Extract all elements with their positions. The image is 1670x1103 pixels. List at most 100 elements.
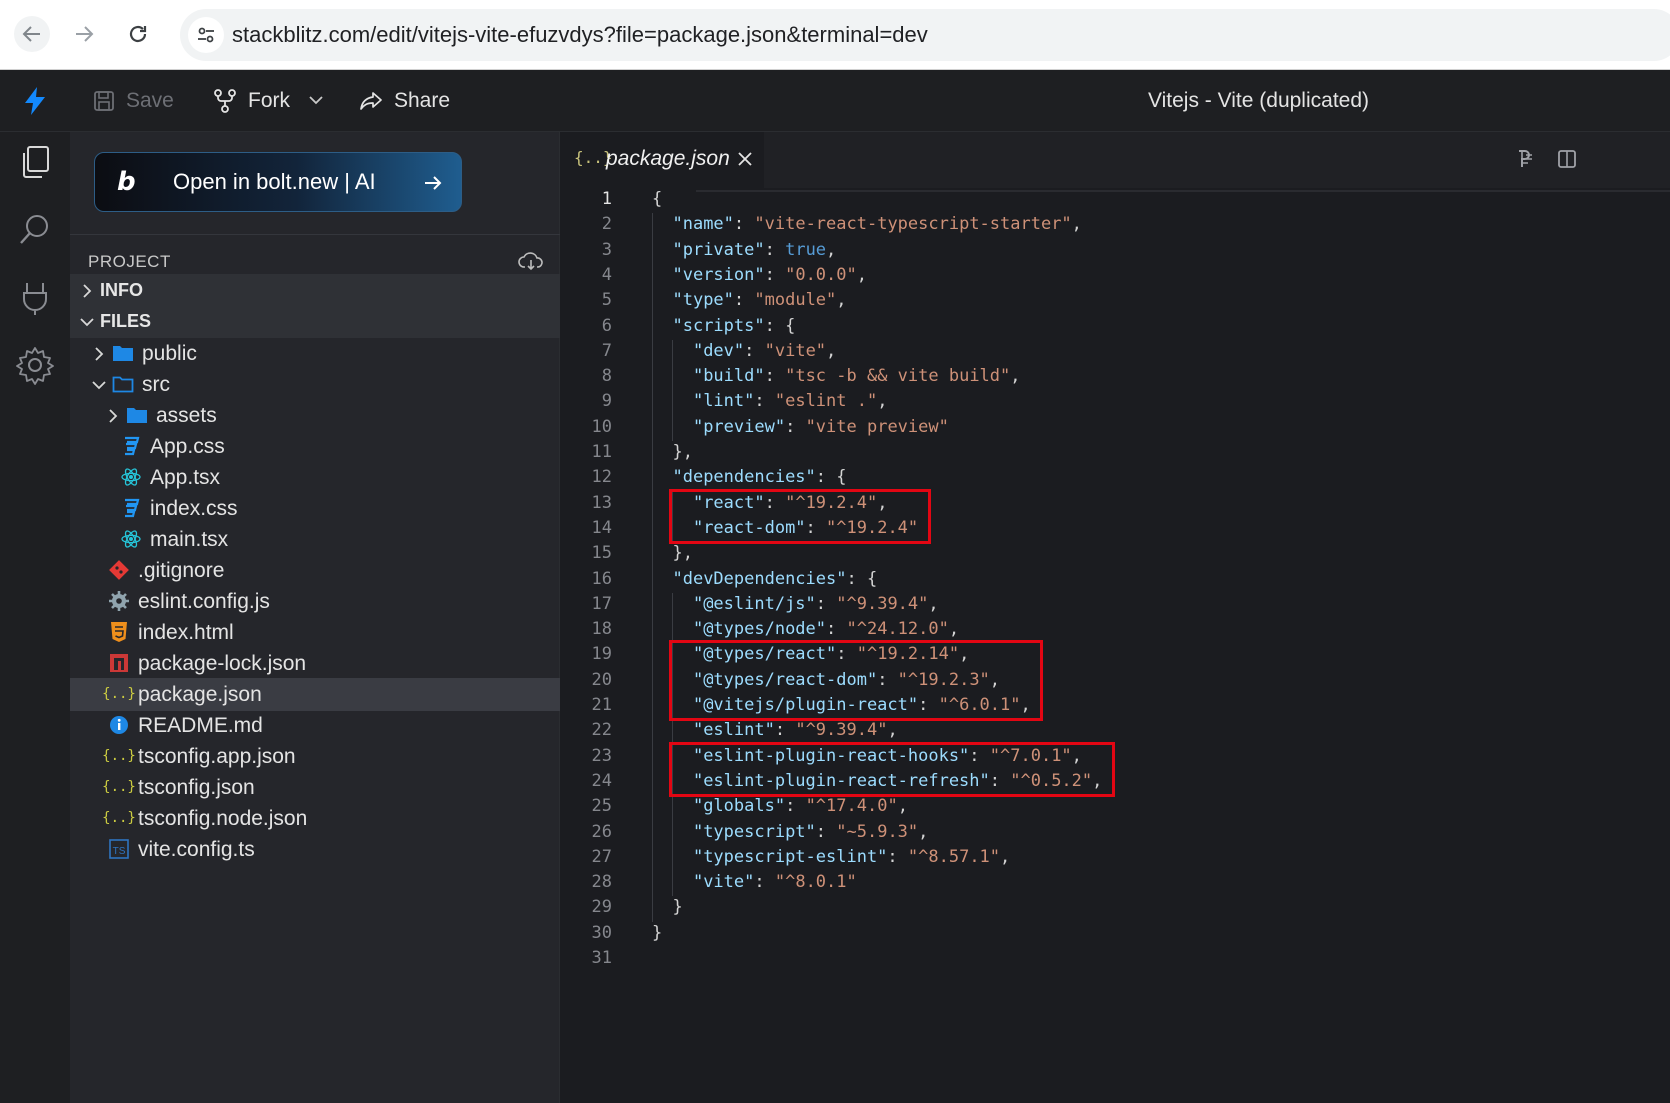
tree-item-tsconfig-node-json[interactable]: {..} tsconfig.node.json: [70, 802, 560, 835]
extensions-plug-icon[interactable]: [15, 277, 55, 317]
tree-item-main-tsx[interactable]: main.tsx: [70, 523, 560, 556]
line-number: 16: [591, 568, 612, 589]
json-punctuation: ,: [887, 720, 898, 741]
back-button[interactable]: [14, 16, 50, 52]
cloud-download-icon[interactable]: [518, 250, 544, 272]
code-line: 4 "version": "0.0.0",: [560, 262, 1670, 289]
json-string: "vite preview": [805, 416, 949, 437]
files-icon[interactable]: [15, 142, 55, 182]
forward-button[interactable]: [66, 16, 102, 52]
tree-item-package-json[interactable]: {..} package.json: [70, 678, 560, 711]
tree-item-label: index.css: [150, 497, 238, 520]
indent-guide: [672, 339, 673, 441]
code-text: "eslint": "^9.39.4",: [652, 720, 898, 740]
tree-item-app-tsx[interactable]: App.tsx: [70, 461, 560, 494]
tree-item-label: tsconfig.node.json: [138, 807, 308, 830]
code-line: 28 "vite": "^8.0.1": [560, 869, 1670, 896]
json-punctuation: :: [785, 416, 806, 437]
line-number: 31: [591, 948, 612, 968]
highlight-box: [668, 741, 1115, 798]
section-info-label: INFO: [100, 280, 143, 300]
stackblitz-logo-icon[interactable]: [18, 84, 52, 118]
tree-item-label: README.md: [138, 714, 263, 737]
json-punctuation: : {: [815, 467, 847, 488]
tree-item-src[interactable]: src: [70, 368, 560, 401]
tree-item-app-css[interactable]: App.css: [70, 430, 560, 463]
tree-item-index-css[interactable]: index.css: [70, 492, 560, 525]
reload-icon: [129, 25, 147, 43]
line-number: 6: [601, 315, 612, 336]
line-number: 21: [591, 695, 612, 715]
json-file-icon: {..}: [102, 686, 136, 702]
tree-item-label: .gitignore: [138, 559, 225, 582]
split-editor-icon[interactable]: [1556, 148, 1578, 170]
line-number: 18: [591, 619, 612, 640]
line-number: 28: [591, 872, 612, 893]
json-punctuation: :: [815, 821, 837, 842]
line-number: 12: [591, 467, 612, 488]
react-file-icon: [120, 528, 142, 550]
search-icon[interactable]: [15, 210, 55, 250]
tree-item-eslint-config-js[interactable]: eslint.config.js: [70, 585, 560, 618]
code-line: 9 "lint": "eslint .",: [560, 388, 1670, 415]
tree-item-vite-config-ts[interactable]: TS vite.config.ts: [70, 833, 560, 866]
code-text: }: [652, 897, 682, 917]
json-punctuation: [652, 316, 672, 336]
line-number: 13: [591, 492, 612, 513]
json-key: "@types/node": [692, 619, 827, 640]
tree-item-assets[interactable]: assets: [70, 399, 560, 432]
site-info-icon[interactable]: [188, 17, 224, 53]
code-text: "type": "module",: [652, 290, 847, 311]
tree-item-label: vite.config.ts: [138, 838, 255, 861]
section-info[interactable]: INFO: [70, 274, 560, 307]
line-number: 5: [601, 290, 612, 311]
tree-item-readme-md[interactable]: README.md: [70, 709, 560, 742]
git-file-icon: [108, 559, 130, 581]
fork-dropdown-chevron-icon[interactable]: [306, 90, 326, 110]
open-in-bolt-button[interactable]: b Open in bolt.new | AI: [94, 152, 462, 212]
line-number: 20: [591, 669, 612, 690]
json-punctuation: ,: [836, 290, 847, 311]
tree-item-tsconfig-json[interactable]: {..} tsconfig.json: [70, 771, 560, 804]
json-punctuation: :: [754, 872, 775, 893]
code-text: "typescript": "~5.9.3",: [652, 822, 928, 842]
json-punctuation: :: [733, 290, 755, 311]
tab-package-json[interactable]: {..} package.json: [560, 132, 764, 188]
json-string: "vite-react-typescript-starter": [754, 214, 1072, 235]
json-key: "private": [672, 239, 765, 260]
json-key: "dev": [692, 340, 745, 361]
browser-toolbar: stackblitz.com/edit/vitejs-vite-efuzvdys…: [0, 0, 1670, 70]
json-key: "preview": [692, 416, 786, 437]
json-punctuation: :: [764, 264, 786, 285]
tree-item-gitignore[interactable]: .gitignore: [70, 554, 560, 587]
json-key: "vite": [692, 872, 755, 893]
tree-item-label: eslint.config.js: [138, 590, 270, 613]
fork-button[interactable]: Fork: [212, 82, 290, 120]
code-text: }: [652, 923, 662, 943]
share-button[interactable]: Share: [358, 82, 450, 120]
settings-gear-icon[interactable]: [15, 345, 55, 385]
tree-item-package-lock-json[interactable]: package-lock.json: [70, 647, 560, 680]
code-text: "scripts": {: [652, 316, 795, 336]
html-file-icon: [108, 621, 130, 643]
tree-item-index-html[interactable]: index.html: [70, 616, 560, 649]
address-bar[interactable]: stackblitz.com/edit/vitejs-vite-efuzvdys…: [180, 9, 1670, 61]
arrow-right-icon: [76, 26, 94, 42]
json-punctuation: :: [887, 846, 908, 867]
json-key: "@eslint/js": [692, 593, 816, 614]
save-button[interactable]: Save: [92, 82, 174, 120]
bolt-logo: b: [117, 167, 136, 197]
tree-item-public[interactable]: public: [70, 337, 560, 370]
section-files[interactable]: FILES: [70, 305, 560, 338]
close-icon[interactable]: [736, 150, 754, 168]
json-boolean: true: [785, 239, 827, 260]
tree-item-tsconfig-app-json[interactable]: {..} tsconfig.app.json: [70, 740, 560, 773]
prettier-format-icon[interactable]: [1514, 148, 1536, 170]
reload-button[interactable]: [120, 16, 156, 52]
json-key: "devDependencies": [672, 568, 847, 589]
json-punctuation: :: [826, 619, 847, 640]
json-string: "^24.12.0": [846, 619, 949, 640]
json-punctuation: }: [652, 922, 663, 943]
json-punctuation: :: [785, 796, 806, 817]
line-number: 24: [591, 770, 612, 791]
